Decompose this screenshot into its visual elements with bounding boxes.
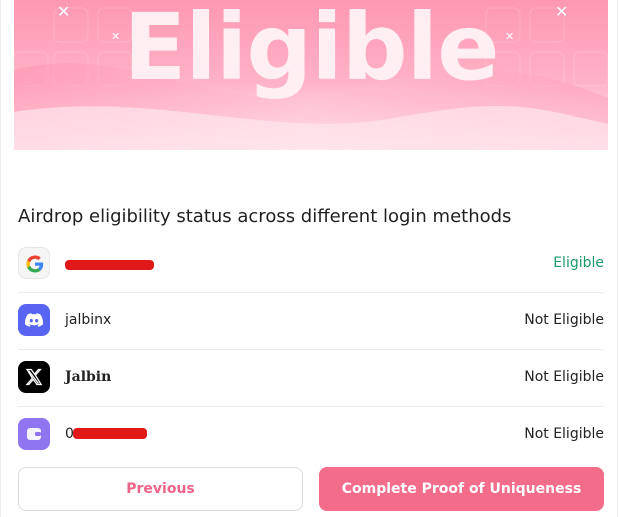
discord-icon <box>18 304 50 336</box>
sparkle-icon: ✕ <box>57 2 71 21</box>
account-row-wallet: 0 Not Eligible <box>18 407 604 464</box>
sparkle-icon: ✕ <box>505 30 515 43</box>
wallet-eligibility-status: Not Eligible <box>524 426 604 442</box>
redaction-mark <box>65 260 154 270</box>
sparkle-icon: ✕ <box>111 30 121 43</box>
account-row-discord: jalbinx Not Eligible <box>18 293 604 350</box>
google-icon <box>18 247 50 279</box>
eligible-banner: Eligible ✕ ✕ ✕ ✕ <box>14 0 608 150</box>
complete-proof-button[interactable]: Complete Proof of Uniqueness <box>319 467 604 511</box>
account-row-google: Eligible <box>18 236 604 293</box>
x-icon <box>18 361 50 393</box>
wallet-icon <box>18 418 50 450</box>
x-eligibility-status: Not Eligible <box>524 369 604 385</box>
redaction-mark <box>73 428 147 439</box>
discord-eligibility-status: Not Eligible <box>524 312 604 328</box>
account-row-x: Jalbin Not Eligible <box>18 350 604 407</box>
banner-title: Eligible <box>123 0 499 101</box>
sparkle-icon: ✕ <box>555 2 569 21</box>
discord-account-name: jalbinx <box>65 312 112 328</box>
previous-button[interactable]: Previous <box>18 467 303 511</box>
google-eligibility-status: Eligible <box>553 255 604 271</box>
eligibility-card: Eligible ✕ ✕ ✕ ✕ Airdrop eligibility sta… <box>0 0 618 517</box>
eligibility-heading: Airdrop eligibility status across differ… <box>18 206 512 227</box>
x-account-name: Jalbin <box>65 369 112 385</box>
